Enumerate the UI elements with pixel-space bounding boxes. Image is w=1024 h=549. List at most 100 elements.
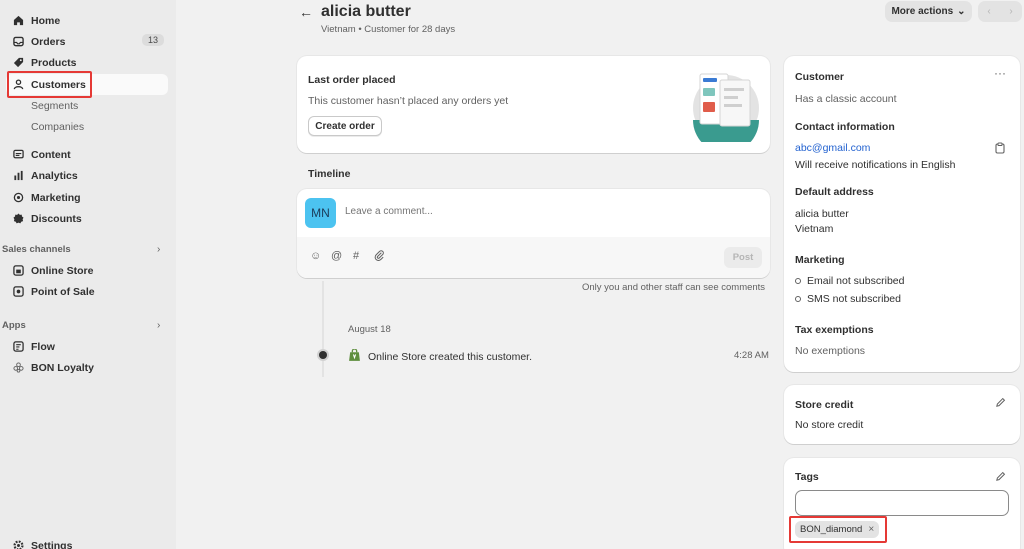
store-credit-card (784, 385, 1020, 444)
customer-card-title: Customer (795, 71, 845, 83)
sidebar: Home Orders 13 Products Customers Segmen… (0, 0, 176, 549)
post-button[interactable]: Post (724, 247, 762, 268)
marketing-title: Marketing (795, 254, 845, 266)
timeline-line (322, 281, 324, 377)
sales-channels-heading[interactable]: Sales channels (2, 244, 71, 255)
apps-heading[interactable]: Apps (2, 320, 26, 331)
sidebar-item-label: Point of Sale (31, 285, 95, 298)
timeline-dot (319, 351, 327, 359)
inbox-icon (12, 36, 24, 48)
sidebar-item-label: Discounts (31, 212, 82, 225)
sidebar-item-marketing[interactable]: Marketing (6, 187, 168, 208)
pagination: ‹ › (978, 1, 1022, 22)
sidebar-item-label: Analytics (31, 169, 78, 182)
sidebar-subitem-segments[interactable]: Segments (31, 100, 78, 112)
gear-icon (12, 540, 24, 549)
timeline-event-text: Online Store created this customer. (368, 351, 532, 363)
store-credit-title: Store credit (795, 399, 854, 411)
timeline-time: 4:28 AM (734, 350, 769, 361)
home-icon (12, 15, 24, 27)
timeline-title: Timeline (308, 168, 351, 180)
chevron-down-icon: ⌄ (957, 6, 966, 17)
tax-exemptions-value: No exemptions (795, 345, 866, 357)
customer-email-link[interactable]: abc@gmail.com (795, 142, 870, 154)
sidebar-item-label: Content (31, 148, 71, 161)
pos-icon (12, 286, 24, 298)
flow-icon (12, 341, 24, 353)
address-line: alicia butter (795, 208, 849, 220)
next-arrow-icon[interactable]: › (1009, 6, 1012, 17)
sidebar-item-orders[interactable]: Orders 13 (6, 31, 168, 52)
sidebar-subitem-companies[interactable]: Companies (31, 121, 84, 133)
mention-icon[interactable]: @ (331, 250, 342, 262)
sidebar-item-flow[interactable]: Flow (6, 336, 168, 357)
edit-pencil-icon[interactable] (995, 397, 1006, 411)
timeline-date: August 18 (348, 324, 391, 335)
contact-info-title: Contact information (795, 121, 895, 133)
tax-exemptions-title: Tax exemptions (795, 324, 874, 336)
copy-icon[interactable] (995, 142, 1005, 157)
sidebar-item-bon-loyalty[interactable]: BON Loyalty (6, 357, 168, 378)
address-line: Vietnam (795, 223, 834, 235)
sidebar-item-point-of-sale[interactable]: Point of Sale (6, 281, 168, 302)
edit-pencil-icon[interactable] (995, 471, 1006, 485)
sidebar-item-products[interactable]: Products (6, 52, 168, 73)
staff-visibility-note: Only you and other staff can see comment… (582, 282, 766, 293)
sidebar-item-online-store[interactable]: Online Store (6, 260, 168, 281)
avatar: MN (305, 198, 336, 228)
status-dot-icon (795, 278, 801, 285)
chevron-right-icon[interactable]: › (157, 320, 160, 331)
notification-language: Will receive notifications in English (795, 159, 956, 171)
last-order-text: This customer hasn’t placed any orders y… (308, 95, 509, 107)
tag-icon (12, 57, 24, 69)
sidebar-item-label: Marketing (31, 191, 81, 204)
back-arrow-icon[interactable]: ← (299, 4, 313, 20)
default-address-title: Default address (795, 186, 874, 198)
sidebar-item-label: BON Loyalty (31, 361, 95, 374)
comment-toolbar (297, 237, 770, 278)
page-subtitle: Vietnam • Customer for 28 days (321, 24, 456, 35)
store-bag-icon (348, 348, 361, 365)
content-icon (12, 149, 24, 161)
discount-icon (12, 213, 24, 225)
last-order-card: Last order placed This customer hasn’t p… (297, 56, 770, 153)
hashtag-icon[interactable]: # (353, 250, 359, 262)
tags-title: Tags (795, 471, 819, 483)
loyalty-icon (12, 362, 24, 374)
store-credit-value: No store credit (795, 419, 864, 431)
last-order-title: Last order placed (308, 74, 396, 86)
email-marketing-status: Email not subscribed (795, 275, 904, 287)
orders-count-badge: 13 (141, 34, 164, 46)
sidebar-item-settings[interactable]: Settings (6, 535, 168, 549)
account-type: Has a classic account (795, 93, 897, 105)
sidebar-item-label: Orders (31, 35, 66, 48)
previous-arrow-icon[interactable]: ‹ (987, 6, 990, 17)
sidebar-item-label: Settings (31, 539, 73, 549)
more-options-icon[interactable]: ··· (994, 66, 1006, 80)
sidebar-item-label: Flow (31, 340, 55, 353)
sidebar-item-label: Home (31, 14, 61, 27)
orders-illustration (690, 70, 760, 153)
sidebar-item-analytics[interactable]: Analytics (6, 165, 168, 186)
sidebar-item-content[interactable]: Content (6, 144, 168, 165)
tag-highlight-box (789, 516, 887, 543)
timeline-event: Online Store created this customer. (348, 348, 532, 365)
page-title: alicia butter (321, 3, 411, 20)
tags-input[interactable] (795, 490, 1009, 516)
sidebar-item-home[interactable]: Home (6, 10, 168, 31)
chevron-right-icon[interactable]: › (157, 244, 160, 255)
sidebar-item-discounts[interactable]: Discounts (6, 208, 168, 229)
target-icon (12, 192, 24, 204)
store-icon (12, 265, 24, 277)
attachment-icon[interactable] (374, 250, 385, 264)
more-actions-button[interactable]: More actions ⌄ (885, 1, 972, 22)
sidebar-item-label: Products (31, 56, 77, 69)
chart-bar-icon (12, 170, 24, 182)
customers-highlight-box (7, 71, 92, 98)
sms-marketing-status: SMS not subscribed (795, 293, 901, 305)
status-dot-icon (795, 296, 801, 303)
sidebar-item-label: Online Store (31, 264, 94, 277)
create-order-button[interactable]: Create order (308, 116, 382, 136)
comment-input[interactable] (345, 206, 745, 217)
emoji-icon[interactable]: ☺ (310, 250, 321, 262)
